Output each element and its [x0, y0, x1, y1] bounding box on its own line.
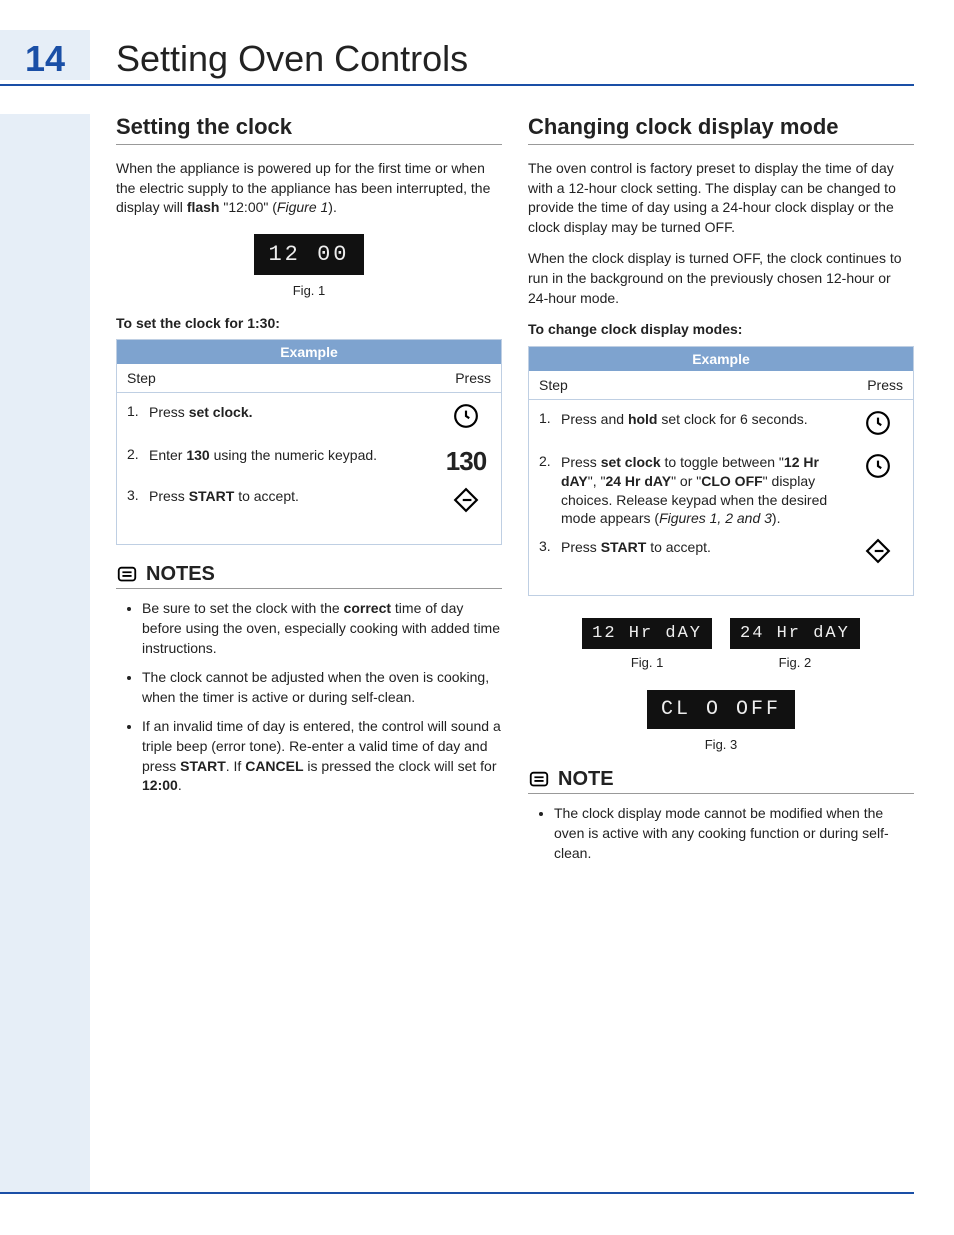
step-1: 1. Press and hold set clock for 6 second… [539, 410, 903, 443]
keypad-130: 130 [441, 446, 491, 477]
notes-list: Be sure to set the clock with the correc… [116, 599, 502, 795]
step-3: 3. Press START to accept. [539, 538, 903, 571]
intro-paragraph: When the appliance is powered up for the… [116, 159, 502, 218]
note-item: The clock cannot be adjusted when the ov… [142, 668, 502, 707]
paragraph: When the clock display is turned OFF, th… [528, 249, 914, 308]
heading-display-mode: Changing clock display mode [528, 114, 914, 145]
example-caption: Example [529, 346, 914, 371]
start-icon [441, 487, 491, 520]
example-table-left: Example Step Press 1. Press set clock. [116, 339, 502, 545]
figure-1-label: Fig. 1 [116, 283, 502, 298]
page-number: 14 [25, 38, 65, 79]
note-list: The clock display mode cannot be modifie… [528, 804, 914, 863]
heading-setting-clock: Setting the clock [116, 114, 502, 145]
page-title: Setting Oven Controls [116, 38, 468, 80]
step-2: 2. Enter 130 using the numeric keypad. 1… [127, 446, 491, 477]
left-margin-stripe [0, 114, 90, 1194]
lcd-1200: 12 00 [254, 234, 363, 275]
clock-icon [853, 410, 903, 443]
notes-icon [116, 564, 138, 586]
page-number-box: 14 [0, 30, 90, 80]
figure-1-label: Fig. 1 [582, 655, 712, 670]
note-item: The clock display mode cannot be modifie… [554, 804, 914, 863]
col-press: Press [296, 364, 501, 393]
start-icon [853, 538, 903, 571]
step-2: 2. Press set clock to toggle between "12… [539, 453, 903, 529]
column-clock-display-mode: Changing clock display mode The oven con… [528, 114, 914, 873]
note-item: Be sure to set the clock with the correc… [142, 599, 502, 658]
example-table-right: Example Step Press 1. Press and hold set… [528, 346, 914, 597]
paragraph: The oven control is factory preset to di… [528, 159, 914, 237]
notes-heading: NOTES [116, 563, 502, 589]
clock-icon [441, 403, 491, 436]
lcd-24hr: 24 Hr dAY [730, 618, 860, 649]
figure-3-label: Fig. 3 [528, 737, 914, 752]
note-item: If an invalid time of day is entered, th… [142, 717, 502, 795]
col-step: Step [529, 371, 709, 400]
figure-2-label: Fig. 2 [730, 655, 860, 670]
col-press: Press [708, 371, 913, 400]
page-header: 14 Setting Oven Controls [0, 30, 914, 86]
step-3: 3. Press START to accept. [127, 487, 491, 520]
lcd-clo-off: CL O OFF [647, 690, 795, 729]
lcd-12hr: 12 Hr dAY [582, 618, 712, 649]
step-1: 1. Press set clock. [127, 403, 491, 436]
change-mode-subhead: To change clock display modes: [528, 320, 914, 340]
column-setting-clock: Setting the clock When the appliance is … [116, 114, 502, 873]
col-step: Step [117, 364, 297, 393]
notes-icon [528, 769, 550, 791]
set-clock-subhead: To set the clock for 1:30: [116, 314, 502, 334]
note-heading: NOTE [528, 768, 914, 794]
example-caption: Example [117, 340, 502, 365]
clock-icon [853, 453, 903, 486]
